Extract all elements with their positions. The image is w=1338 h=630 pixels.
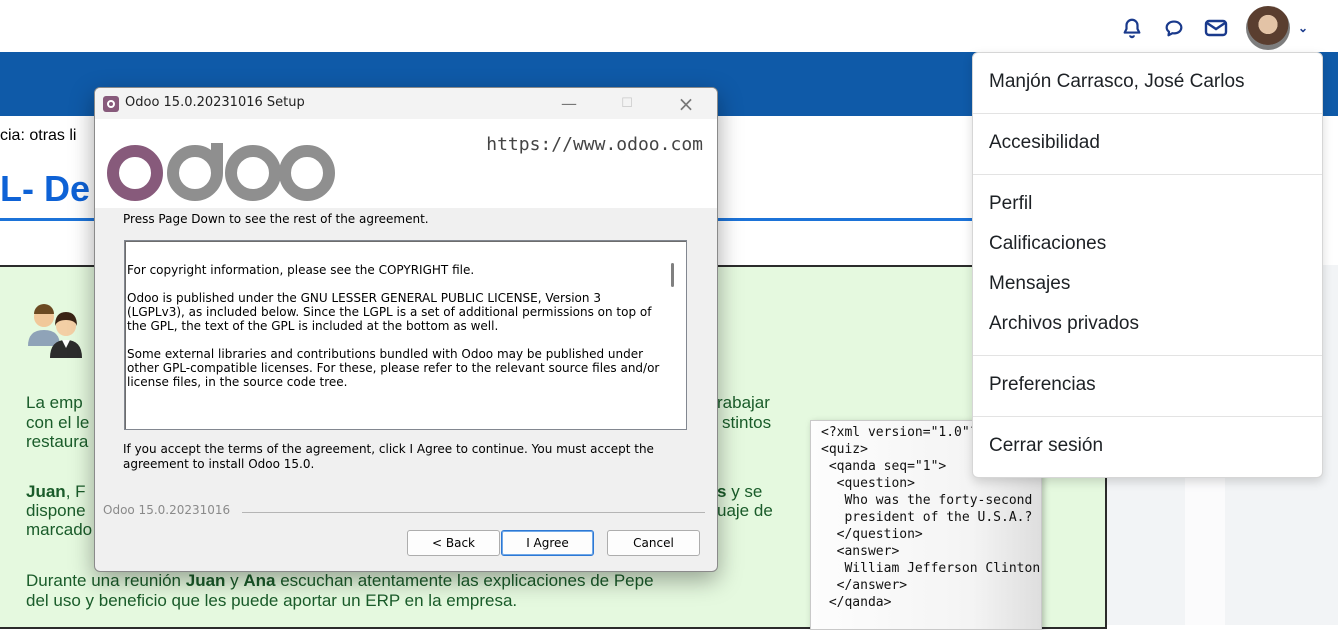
- paragraph-line: s y se: [717, 482, 762, 501]
- envelope-icon[interactable]: [1204, 16, 1228, 40]
- cancel-button[interactable]: Cancel: [607, 530, 700, 556]
- paragraph-line: Juan, F: [26, 482, 86, 501]
- accept-terms-text: If you accept the terms of the agreement…: [123, 442, 654, 471]
- top-navbar: ⌄: [0, 0, 1338, 52]
- menu-divider: [973, 355, 1322, 356]
- name-ana: Ana: [243, 571, 276, 590]
- license-text: For copyright information, please see th…: [127, 263, 662, 403]
- user-name[interactable]: Manjón Carrasco, José Carlos: [989, 71, 1245, 93]
- maximize-button[interactable]: ☐: [611, 92, 643, 116]
- dialog-header: https://www.odoo.com: [95, 119, 717, 208]
- close-button[interactable]: ×: [670, 92, 702, 116]
- paragraph-line: con el le: [26, 413, 90, 432]
- setup-dialog: Odoo 15.0.20231016 Setup — ☐ × https://w…: [94, 87, 718, 572]
- license-line: cia: otras li: [0, 127, 77, 144]
- name-juan: Juan: [185, 571, 226, 590]
- page-heading: L- De: [0, 168, 90, 209]
- menu-item-preferences[interactable]: Preferencias: [989, 374, 1096, 396]
- license-textbox[interactable]: For copyright information, please see th…: [124, 240, 687, 430]
- name-juan: Juan: [26, 482, 66, 501]
- chevron-down-icon[interactable]: ⌄: [1298, 21, 1308, 35]
- odoo-app-icon: [103, 96, 119, 112]
- license-paragraph: Odoo is published under the GNU LESSER G…: [127, 291, 652, 333]
- user-menu: Manjón Carrasco, José Carlos Accesibilid…: [972, 52, 1323, 478]
- paragraph-line: dispone: [26, 501, 86, 520]
- menu-item-profile[interactable]: Perfil: [989, 193, 1032, 215]
- paragraph-line: marcado: [26, 520, 93, 539]
- divider: [242, 512, 705, 513]
- chat-bubble-icon[interactable]: [1162, 16, 1186, 40]
- paragraph-line: La emp: [26, 393, 83, 412]
- paragraph-line: uaje de: [717, 501, 773, 520]
- paragraph-fragment: Durante una reunión: [26, 571, 186, 590]
- paragraph-line: del uso y beneficio que les puede aporta…: [26, 591, 518, 610]
- minimize-button[interactable]: —: [553, 92, 585, 116]
- back-button[interactable]: < Back: [407, 530, 500, 556]
- menu-item-messages[interactable]: Mensajes: [989, 273, 1070, 295]
- paragraph-line: Durante una reunión Juan y Ana escuchan …: [26, 571, 654, 590]
- dialog-title: Odoo 15.0.20231016 Setup: [125, 95, 305, 110]
- license-paragraph: For copyright information, please see th…: [127, 263, 475, 277]
- paragraph-fragment: y se: [726, 482, 763, 501]
- menu-divider: [973, 113, 1322, 114]
- paragraph-line: stintos: [722, 413, 772, 432]
- menu-divider: [973, 416, 1322, 417]
- menu-item-accessibility[interactable]: Accesibilidad: [989, 132, 1100, 154]
- navbar-icons: ⌄: [1120, 6, 1308, 50]
- paragraph-line: restaura: [26, 432, 89, 451]
- dialog-titlebar[interactable]: Odoo 15.0.20231016 Setup — ☐ ×: [95, 88, 717, 119]
- menu-item-logout[interactable]: Cerrar sesión: [989, 435, 1103, 457]
- page-down-instruction: Press Page Down to see the rest of the a…: [123, 212, 429, 226]
- menu-divider: [973, 174, 1322, 175]
- odoo-url: https://www.odoo.com: [486, 134, 703, 155]
- paragraph-fragment: escuchan atentamente las explicaciones d…: [275, 571, 654, 590]
- avatar[interactable]: [1245, 6, 1290, 50]
- license-scrollbar[interactable]: [671, 263, 674, 287]
- paragraph-fragment: , F: [65, 482, 86, 501]
- paragraph-fragment: y: [225, 571, 244, 590]
- license-paragraph: Some external libraries and contribution…: [127, 347, 660, 389]
- bell-icon[interactable]: [1120, 16, 1144, 40]
- installer-brand: Odoo 15.0.20231016: [103, 503, 231, 517]
- odoo-logo: [107, 143, 335, 201]
- people-icon: [24, 300, 90, 360]
- i-agree-button[interactable]: I Agree: [501, 530, 594, 556]
- menu-item-private-files[interactable]: Archivos privados: [989, 313, 1139, 335]
- menu-item-grades[interactable]: Calificaciones: [989, 233, 1106, 255]
- paragraph-line: rabajar: [717, 393, 770, 412]
